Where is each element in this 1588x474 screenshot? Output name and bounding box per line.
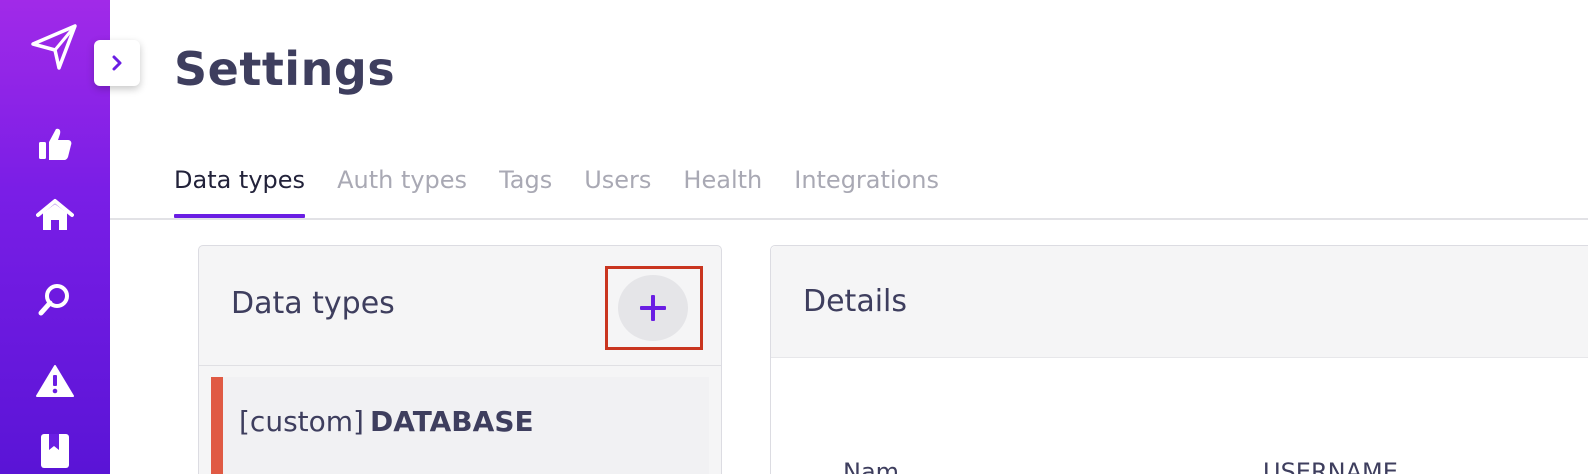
add-button-highlight [605,266,703,350]
detail-name-value: USERNAME [1263,458,1398,474]
plus-icon [640,295,666,321]
details-panel-header: Details [771,246,1588,358]
tab-tags[interactable]: Tags [499,162,552,218]
settings-tabs: Data types Auth types Tags Users Health … [174,162,971,220]
data-type-item-prefix: [custom] [239,405,364,438]
bookmark-icon[interactable] [0,432,110,468]
add-data-type-button[interactable] [618,275,688,341]
chevron-right-icon [112,55,122,71]
data-types-panel-title: Data types [231,286,395,321]
tab-data-types[interactable]: Data types [174,162,306,218]
warning-icon[interactable] [0,364,110,398]
tab-users[interactable]: Users [584,162,651,218]
page-title: Settings [174,42,396,96]
expand-sidebar-button[interactable] [94,40,140,86]
details-panel-title: Details [803,284,908,319]
data-type-item-name: DATABASE [369,405,534,438]
home-icon[interactable] [0,198,110,232]
tab-auth-types[interactable]: Auth types [337,162,467,218]
detail-name-label: Nam [843,458,900,474]
data-type-list-item[interactable]: [custom] DATABASE [211,377,709,474]
data-types-panel-header: Data types [199,246,721,366]
tabs-divider [110,218,1588,220]
search-icon[interactable] [0,282,110,316]
data-type-item-label: [custom] DATABASE [239,405,534,438]
tab-health[interactable]: Health [683,162,762,218]
thumbs-up-icon[interactable] [0,126,110,162]
data-types-panel: Data types [custom] DATABASE [198,245,722,474]
details-panel: Details Nam USERNAME [770,245,1588,474]
tab-integrations[interactable]: Integrations [794,162,939,218]
